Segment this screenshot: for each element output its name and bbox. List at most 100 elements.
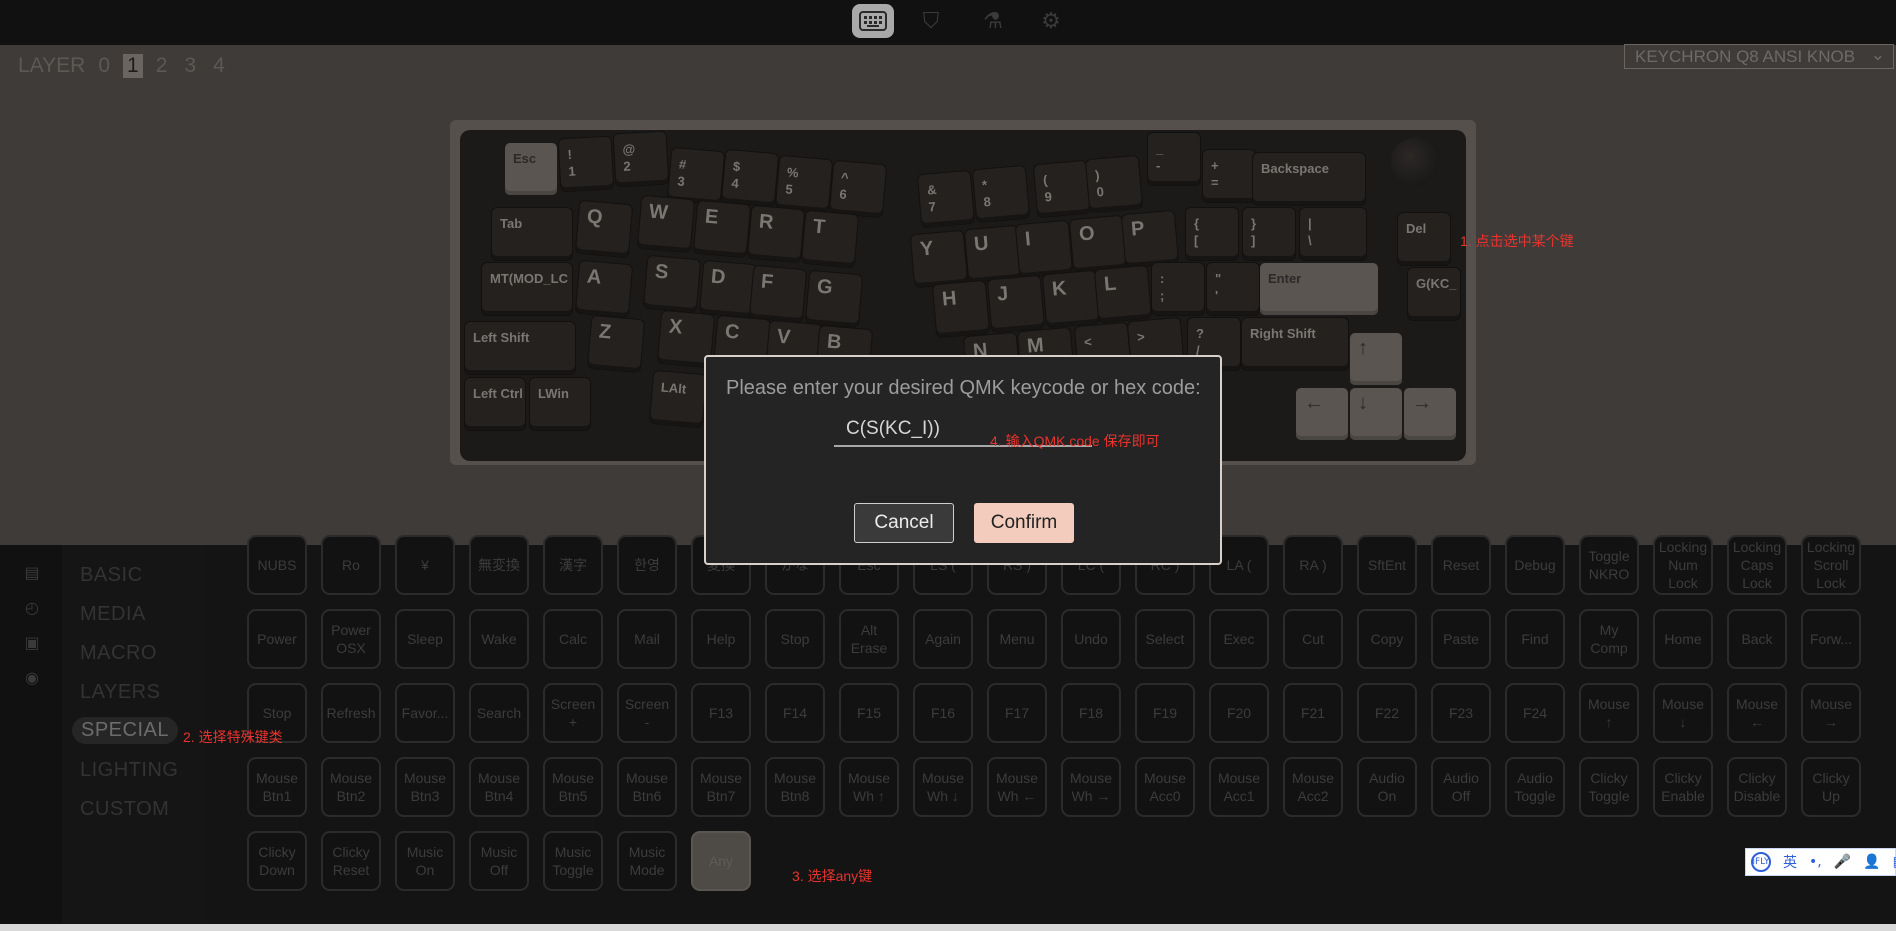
keycode-button[interactable]: Search — [469, 683, 529, 743]
grid-icon[interactable]: ▦ — [1893, 854, 1896, 870]
keyboard-key[interactable]: ↓ — [1350, 388, 1402, 440]
keycode-button[interactable]: Audio Off — [1431, 757, 1491, 817]
layer-1-button[interactable]: 1 — [123, 54, 143, 78]
keycode-button[interactable]: F16 — [913, 683, 973, 743]
keyboard-key[interactable]: Tab — [492, 208, 572, 260]
keycode-button[interactable]: Clicky Disable — [1727, 757, 1787, 817]
keycode-button[interactable]: Clicky Reset — [321, 831, 381, 891]
keycode-button[interactable]: Clicky Up — [1801, 757, 1861, 817]
layer-0-button[interactable]: 0 — [94, 54, 114, 78]
keycode-button[interactable]: F17 — [987, 683, 1047, 743]
language-toggle[interactable]: 英 — [1783, 852, 1797, 872]
keycode-button[interactable]: My Comp — [1579, 609, 1639, 669]
keycode-button[interactable]: SftEnt — [1357, 535, 1417, 595]
keycode-button[interactable]: F23 — [1431, 683, 1491, 743]
keycode-button[interactable]: Undo — [1061, 609, 1121, 669]
keyboard-key[interactable]: R — [747, 205, 805, 263]
keyboard-key[interactable]: LAlt — [649, 370, 707, 428]
keyboard-key[interactable]: I — [1015, 220, 1073, 278]
keycode-button[interactable]: Mouse ↓ — [1653, 683, 1713, 743]
confirm-button[interactable]: Confirm — [974, 503, 1074, 543]
keycode-button[interactable]: Mouse Acc1 — [1209, 757, 1269, 817]
keyboard-icon[interactable] — [852, 4, 894, 38]
keycode-button[interactable]: Exec — [1209, 609, 1269, 669]
book-icon[interactable]: ▤ — [22, 563, 42, 583]
keyboard-key[interactable]: @ 2 — [613, 131, 669, 187]
keycode-button[interactable]: Sleep — [395, 609, 455, 669]
keycode-button[interactable]: Mouse ← — [1727, 683, 1787, 743]
keyboard-key[interactable]: MT(MOD_LC — [482, 263, 572, 315]
keyboard-key[interactable]: ↑ — [1350, 333, 1402, 385]
keycode-button[interactable]: Refresh — [321, 683, 381, 743]
keycode-button[interactable]: F21 — [1283, 683, 1343, 743]
keycode-button[interactable]: F18 — [1061, 683, 1121, 743]
keyboard-key[interactable]: T — [801, 210, 859, 268]
keycode-button[interactable]: NUBS — [247, 535, 307, 595]
shield-icon[interactable]: ⛉ — [910, 4, 952, 38]
keyboard-key[interactable]: : ; — [1152, 263, 1204, 315]
flask-icon[interactable]: ⚗ — [972, 4, 1014, 38]
keyboard-key[interactable]: { [ — [1186, 208, 1238, 260]
microphone-icon[interactable]: 🎤 — [1834, 854, 1851, 870]
keycode-button[interactable]: Mail — [617, 609, 677, 669]
keycode-button[interactable]: Debug — [1505, 535, 1565, 595]
keyboard-key[interactable]: O — [1069, 215, 1127, 273]
bulb-icon[interactable]: ◉ — [22, 668, 42, 688]
keyboard-key[interactable]: W — [637, 195, 695, 253]
keyboard-key[interactable]: Right Shift — [1242, 318, 1348, 370]
keycode-button[interactable]: Mouse Wh ← — [987, 757, 1047, 817]
keyboard-key[interactable]: } ] — [1243, 208, 1295, 260]
keycode-button[interactable]: Home — [1653, 609, 1713, 669]
menu-item-basic[interactable]: BASIC — [80, 564, 143, 587]
keycode-button[interactable]: Mouse → — [1801, 683, 1861, 743]
keyboard-key[interactable]: Q — [575, 200, 633, 258]
menu-item-special[interactable]: SPECIAL — [72, 717, 178, 744]
keycode-button[interactable]: Mouse Btn1 — [247, 757, 307, 817]
keyboard-key[interactable]: ( 9 — [1033, 160, 1091, 218]
keyboard-key[interactable]: Left Ctrl — [465, 378, 525, 430]
keycode-button[interactable]: Again — [913, 609, 973, 669]
keycode-button[interactable]: F19 — [1135, 683, 1195, 743]
keycode-button[interactable]: ¥ — [395, 535, 455, 595]
keyboard-key[interactable]: H — [932, 280, 990, 338]
keycode-button[interactable]: Toggle NKRO — [1579, 535, 1639, 595]
keycode-button[interactable]: Locking Scroll Lock — [1801, 535, 1861, 595]
keyboard-key[interactable]: Backspace — [1253, 153, 1365, 205]
rotary-knob[interactable] — [1391, 138, 1439, 186]
keycode-button[interactable]: Power OSX — [321, 609, 381, 669]
keycode-button[interactable]: Ro — [321, 535, 381, 595]
keycode-button[interactable]: Find — [1505, 609, 1565, 669]
keycode-button[interactable]: Mouse Btn2 — [321, 757, 381, 817]
keyboard-key[interactable]: + = — [1203, 150, 1255, 202]
keyboard-key[interactable]: ! 1 — [558, 136, 614, 192]
keycode-button[interactable]: Mouse ↑ — [1579, 683, 1639, 743]
keyboard-select-dropdown[interactable]: KEYCHRON Q8 ANSI KNOB ⌄ — [1624, 44, 1894, 69]
keyboard-key[interactable]: E — [693, 200, 751, 258]
keycode-button[interactable]: Back — [1727, 609, 1787, 669]
keycode-button[interactable]: F15 — [839, 683, 899, 743]
keyboard-key[interactable]: | \ — [1300, 208, 1366, 260]
keyboard-key[interactable]: Z — [587, 315, 645, 373]
gear-icon[interactable]: ⚙ — [1030, 4, 1072, 38]
keycode-button[interactable]: Alt Erase — [839, 609, 899, 669]
keyboard-key[interactable]: J — [987, 275, 1045, 333]
keycode-button[interactable]: Cut — [1283, 609, 1343, 669]
punctuation-icon[interactable]: •, — [1809, 854, 1822, 870]
keycode-button[interactable]: 漢字 — [543, 535, 603, 595]
menu-item-layers[interactable]: LAYERS — [80, 681, 160, 704]
keycode-button[interactable]: Menu — [987, 609, 1047, 669]
keyboard-key[interactable]: ← — [1296, 388, 1348, 440]
clock-icon[interactable]: ◴ — [22, 598, 42, 618]
keyboard-key[interactable]: → — [1404, 388, 1456, 440]
save-icon[interactable]: ▣ — [22, 633, 42, 653]
keycode-button[interactable]: Clicky Down — [247, 831, 307, 891]
keycode-button[interactable]: F22 — [1357, 683, 1417, 743]
keycode-button[interactable]: F20 — [1209, 683, 1269, 743]
keyboard-key[interactable]: Y — [910, 230, 968, 288]
keycode-button[interactable]: Music Mode — [617, 831, 677, 891]
keyboard-key[interactable]: F — [749, 265, 807, 323]
keycode-button[interactable]: Clicky Enable — [1653, 757, 1713, 817]
keycode-button[interactable]: Music Toggle — [543, 831, 603, 891]
menu-item-macro[interactable]: MACRO — [80, 642, 157, 665]
keyboard-key[interactable]: Esc — [505, 143, 557, 195]
